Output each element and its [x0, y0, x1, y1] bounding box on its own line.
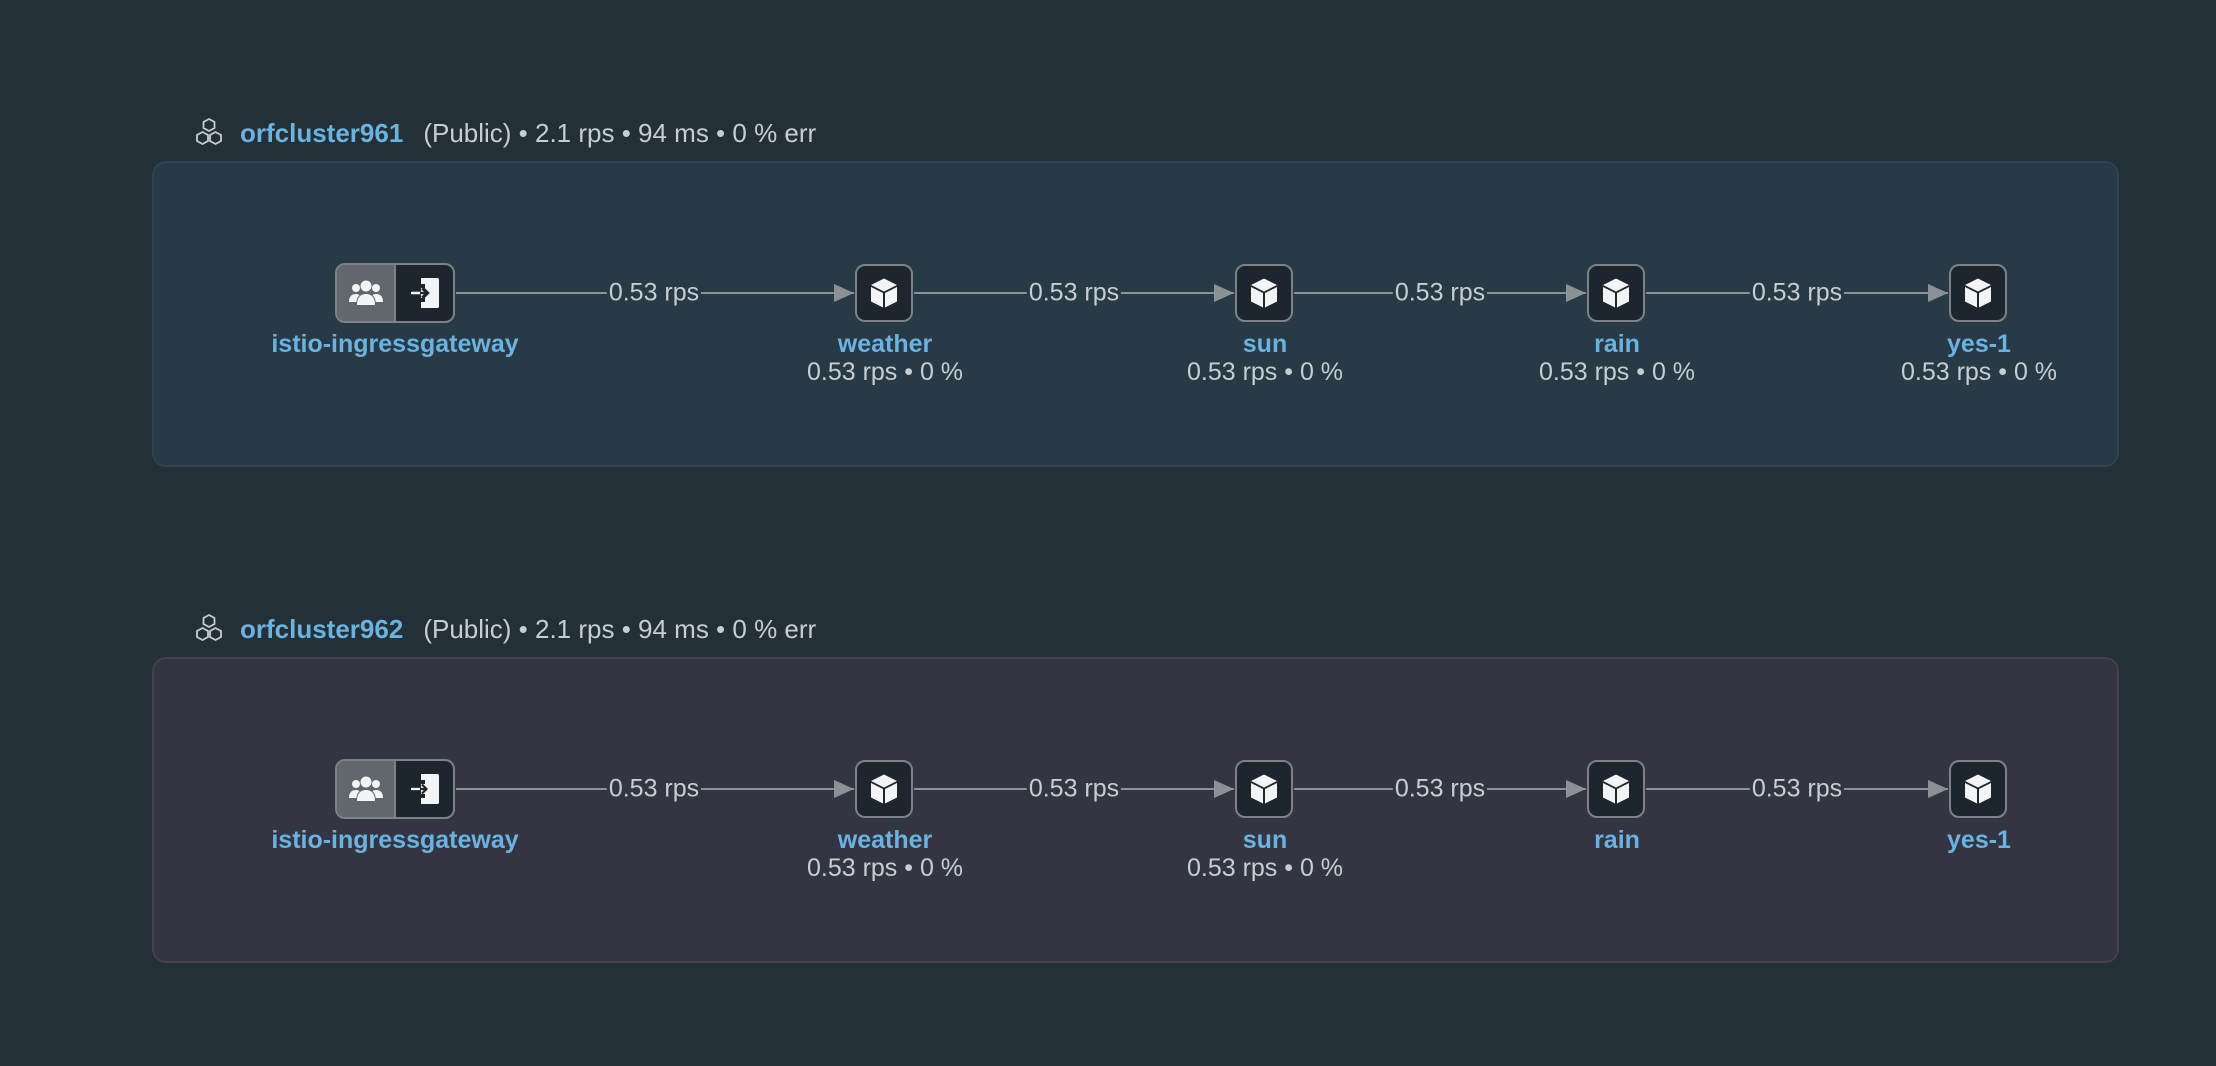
gateway-name[interactable]: istio-ingressgateway: [271, 330, 518, 359]
service-node[interactable]: [1587, 760, 1645, 818]
users-icon: [348, 776, 383, 801]
hexagon-cluster-icon: [196, 117, 222, 146]
service-node[interactable]: [1949, 760, 2007, 818]
edge-label: 0.53 rps: [606, 278, 702, 308]
gateway-node[interactable]: [335, 263, 455, 323]
service-node[interactable]: [1949, 264, 2007, 322]
cluster-panel: orfcluster961 (Public) • 2.1 rps • 94 ms…: [0, 0, 2216, 467]
cube-icon: [1965, 774, 1991, 804]
cluster-summary: (Public) • 2.1 rps • 94 ms • 0 % err: [423, 117, 817, 148]
service-stats: 0.53 rps • 0 %: [1186, 358, 1344, 386]
edge-label: 0.53 rps: [1026, 774, 1122, 804]
cluster-summary: (Public) • 2.1 rps • 94 ms • 0 % err: [423, 613, 817, 644]
service-name[interactable]: weather: [838, 330, 932, 359]
service-stats: 0.53 rps • 0 %: [1900, 358, 2058, 386]
service-node[interactable]: [855, 760, 913, 818]
cube-icon: [1603, 278, 1629, 308]
service-node[interactable]: [1235, 760, 1293, 818]
service-name[interactable]: sun: [1243, 826, 1287, 855]
service-node[interactable]: [1587, 264, 1645, 322]
edge-arrow: [1214, 780, 1234, 798]
cube-icon: [871, 774, 897, 804]
edge-arrow: [1928, 284, 1948, 302]
gateway-node[interactable]: [335, 759, 455, 819]
service-stats: 0.53 rps • 0 %: [806, 358, 964, 386]
cube-icon: [1251, 278, 1277, 308]
users-icon: [348, 280, 383, 305]
edge-label: 0.53 rps: [1026, 278, 1122, 308]
cube-icon: [1251, 774, 1277, 804]
edge-label: 0.53 rps: [606, 774, 702, 804]
service-node[interactable]: [1235, 264, 1293, 322]
service-stats: 0.53 rps • 0 %: [806, 854, 964, 882]
edge-arrow: [1928, 780, 1948, 798]
cluster-header: orfcluster962 (Public) • 2.1 rps • 94 ms…: [192, 612, 816, 646]
cluster-panel: orfcluster962 (Public) • 2.1 rps • 94 ms…: [0, 496, 2216, 963]
service-name[interactable]: yes-1: [1947, 330, 2011, 359]
cluster-name-link[interactable]: orfcluster962: [240, 614, 403, 645]
edge-label: 0.53 rps: [1749, 278, 1845, 308]
edge-arrow: [1566, 284, 1586, 302]
gateway-name[interactable]: istio-ingressgateway: [271, 826, 518, 855]
edge-arrow: [834, 284, 854, 302]
edge-label: 0.53 rps: [1749, 774, 1845, 804]
service-stats: 0.53 rps • 0 %: [1186, 854, 1344, 882]
cluster-name-link[interactable]: orfcluster961: [240, 118, 403, 149]
edge-label: 0.53 rps: [1392, 278, 1488, 308]
cube-icon: [1603, 774, 1629, 804]
service-stats: 0.53 rps • 0 %: [1538, 358, 1696, 386]
service-name[interactable]: weather: [838, 826, 932, 855]
cube-icon: [1965, 278, 1991, 308]
service-name[interactable]: rain: [1594, 826, 1640, 855]
service-name[interactable]: rain: [1594, 330, 1640, 359]
edge-arrow: [834, 780, 854, 798]
edge-arrow: [1214, 284, 1234, 302]
hexagon-cluster-icon: [196, 613, 222, 642]
service-name[interactable]: yes-1: [1947, 826, 2011, 855]
edge-label: 0.53 rps: [1392, 774, 1488, 804]
sign-in-icon: [410, 774, 439, 804]
service-name[interactable]: sun: [1243, 330, 1287, 359]
sign-in-icon: [410, 278, 439, 308]
service-node[interactable]: [855, 264, 913, 322]
cube-icon: [871, 278, 897, 308]
edge-arrow: [1566, 780, 1586, 798]
cluster-header: orfcluster961 (Public) • 2.1 rps • 94 ms…: [192, 116, 816, 150]
